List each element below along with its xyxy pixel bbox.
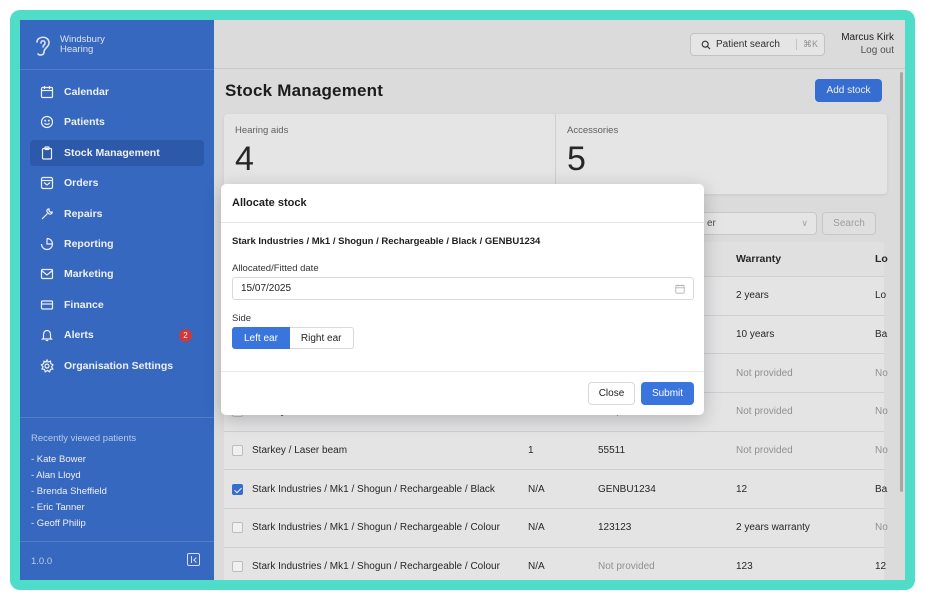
dialog-divider xyxy=(221,222,704,223)
dialog-divider xyxy=(221,371,704,372)
side-selector: Left ear Right ear xyxy=(232,327,354,349)
fitted-date-value: 15/07/2025 xyxy=(241,283,292,294)
allocate-stock-dialog: Allocate stock Stark Industries / Mk1 / … xyxy=(221,184,704,415)
left-ear-option[interactable]: Left ear xyxy=(232,327,290,349)
close-button[interactable]: Close xyxy=(588,382,635,405)
date-label: Allocated/Fitted date xyxy=(232,263,319,274)
calendar-icon xyxy=(675,284,685,294)
right-ear-option[interactable]: Right ear xyxy=(289,327,354,349)
submit-button[interactable]: Submit xyxy=(641,382,694,405)
app-window: Windsbury Hearing Calendar Patients Stoc… xyxy=(20,20,905,580)
side-label: Side xyxy=(232,313,252,324)
dialog-title: Allocate stock xyxy=(232,197,307,209)
dialog-product-name: Stark Industries / Mk1 / Shogun / Rechar… xyxy=(232,236,541,247)
fitted-date-field[interactable]: 15/07/2025 xyxy=(232,277,694,300)
